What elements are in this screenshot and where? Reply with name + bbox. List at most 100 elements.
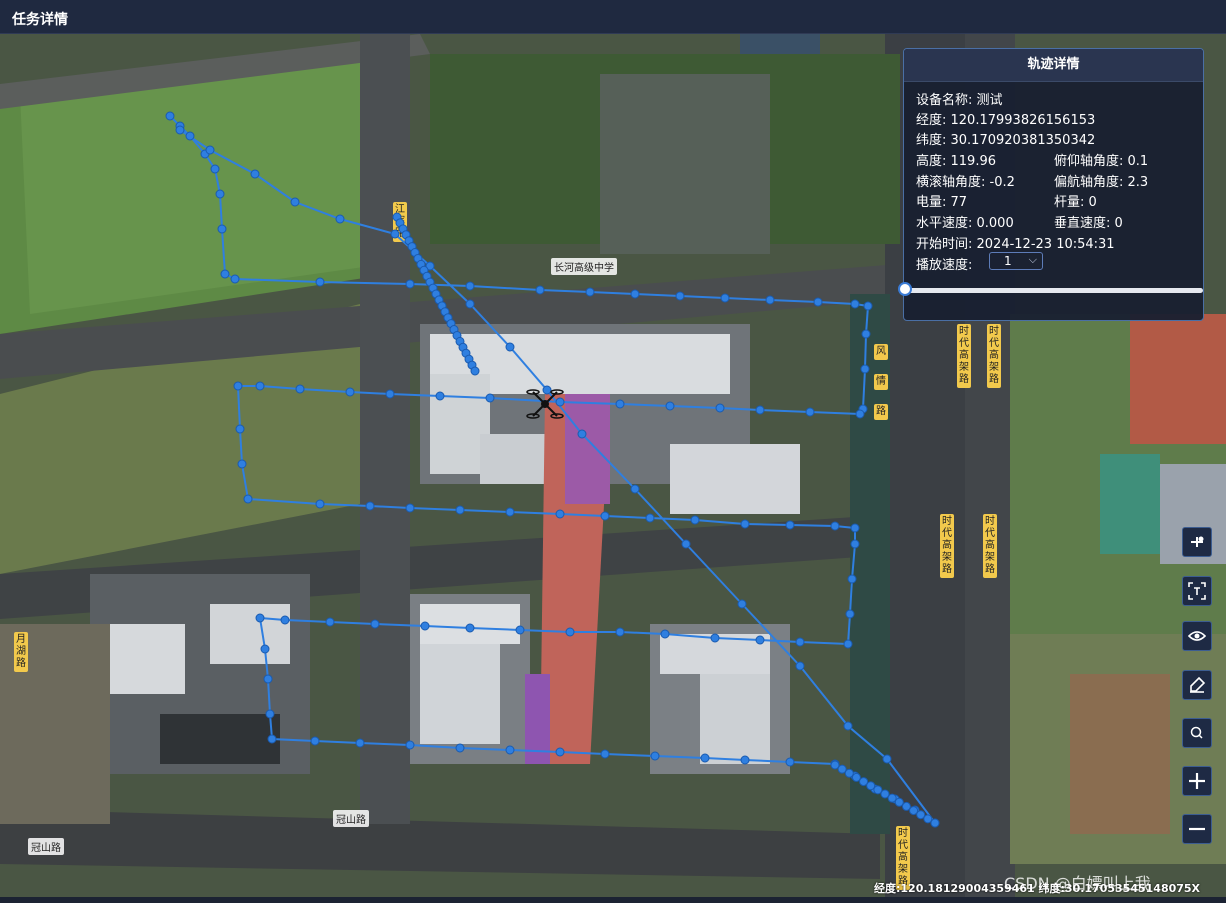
track-point[interactable] <box>681 539 691 549</box>
track-point[interactable] <box>894 797 904 807</box>
track-point[interactable] <box>715 403 725 413</box>
track-point[interactable] <box>390 229 400 239</box>
track-point[interactable] <box>851 772 861 782</box>
track-point[interactable] <box>165 111 175 121</box>
track-point[interactable] <box>740 755 750 765</box>
track-point[interactable] <box>675 291 685 301</box>
track-point[interactable] <box>260 644 270 654</box>
track-point[interactable] <box>860 364 870 374</box>
track-point[interactable] <box>882 754 892 764</box>
track-point[interactable] <box>843 721 853 731</box>
track-point[interactable] <box>850 299 860 309</box>
track-point[interactable] <box>470 366 480 376</box>
visibility-button[interactable] <box>1182 621 1212 651</box>
track-point[interactable] <box>255 381 265 391</box>
track-point[interactable] <box>830 760 840 770</box>
track-point[interactable] <box>813 297 823 307</box>
track-point[interactable] <box>795 661 805 671</box>
track-point[interactable] <box>740 519 750 529</box>
track-point[interactable] <box>310 736 320 746</box>
track-point[interactable] <box>290 197 300 207</box>
track-point[interactable] <box>435 391 445 401</box>
track-point[interactable] <box>755 405 765 415</box>
track-point[interactable] <box>370 619 380 629</box>
track-point[interactable] <box>755 635 765 645</box>
track-point[interactable] <box>710 633 720 643</box>
track-point[interactable] <box>916 810 926 820</box>
track-point[interactable] <box>600 749 610 759</box>
track-point[interactable] <box>465 281 475 291</box>
playback-progress-handle[interactable] <box>898 282 912 296</box>
track-point[interactable] <box>901 801 911 811</box>
track-point[interactable] <box>315 499 325 509</box>
track-point[interactable] <box>455 505 465 515</box>
track-point[interactable] <box>237 459 247 469</box>
track-point[interactable] <box>315 277 325 287</box>
track-point[interactable] <box>465 299 475 309</box>
track-point[interactable] <box>455 743 465 753</box>
track-point[interactable] <box>861 329 871 339</box>
track-point[interactable] <box>485 393 495 403</box>
track-point[interactable] <box>830 521 840 531</box>
track-point[interactable] <box>690 515 700 525</box>
track-point[interactable] <box>185 131 195 141</box>
track-point[interactable] <box>405 740 415 750</box>
playback-progress-track[interactable] <box>905 288 1203 293</box>
track-point[interactable] <box>205 145 215 155</box>
track-point[interactable] <box>665 401 675 411</box>
track-point[interactable] <box>923 814 933 824</box>
track-point[interactable] <box>863 301 873 311</box>
track-point[interactable] <box>263 674 273 684</box>
track-point[interactable] <box>355 738 365 748</box>
track-point[interactable] <box>737 599 747 609</box>
track-point[interactable] <box>850 539 860 549</box>
track-point[interactable] <box>465 623 475 633</box>
track-point[interactable] <box>220 269 230 279</box>
track-point[interactable] <box>930 818 940 828</box>
track-point[interactable] <box>700 753 710 763</box>
track-point[interactable] <box>887 793 897 803</box>
track-point[interactable] <box>243 494 253 504</box>
track-point[interactable] <box>405 279 415 289</box>
track-point[interactable] <box>335 214 345 224</box>
track-point[interactable] <box>880 789 890 799</box>
drone-tool-button[interactable] <box>1182 527 1212 557</box>
track-point[interactable] <box>217 224 227 234</box>
track-point[interactable] <box>837 764 847 774</box>
track-point[interactable] <box>405 503 415 513</box>
track-point[interactable] <box>845 609 855 619</box>
track-point[interactable] <box>585 287 595 297</box>
track-point[interactable] <box>866 781 876 791</box>
track-point[interactable] <box>280 615 290 625</box>
track-point[interactable] <box>847 574 857 584</box>
track-point[interactable] <box>873 785 883 795</box>
zoom-out-button[interactable] <box>1182 814 1212 844</box>
track-point[interactable] <box>233 381 243 391</box>
track-point[interactable] <box>505 507 515 517</box>
track-point[interactable] <box>645 513 655 523</box>
track-point[interactable] <box>795 637 805 647</box>
track-point[interactable] <box>785 520 795 530</box>
drone-marker-icon[interactable] <box>525 384 565 424</box>
track-point[interactable] <box>345 387 355 397</box>
track-point[interactable] <box>765 295 775 305</box>
track-point[interactable] <box>265 709 275 719</box>
track-point[interactable] <box>295 384 305 394</box>
track-point[interactable] <box>805 407 815 417</box>
track-point[interactable] <box>535 285 545 295</box>
fit-view-button[interactable] <box>1182 576 1212 606</box>
track-point[interactable] <box>650 751 660 761</box>
track-point[interactable] <box>600 511 610 521</box>
track-point[interactable] <box>230 274 240 284</box>
track-point[interactable] <box>215 189 225 199</box>
track-point[interactable] <box>515 625 525 635</box>
track-point[interactable] <box>175 125 185 135</box>
zoom-in-button[interactable] <box>1182 766 1212 796</box>
track-point[interactable] <box>850 523 860 533</box>
track-point[interactable] <box>785 757 795 767</box>
track-point[interactable] <box>909 806 919 816</box>
track-point[interactable] <box>505 745 515 755</box>
track-point[interactable] <box>365 501 375 511</box>
track-point[interactable] <box>577 429 587 439</box>
search-button[interactable] <box>1182 718 1212 748</box>
